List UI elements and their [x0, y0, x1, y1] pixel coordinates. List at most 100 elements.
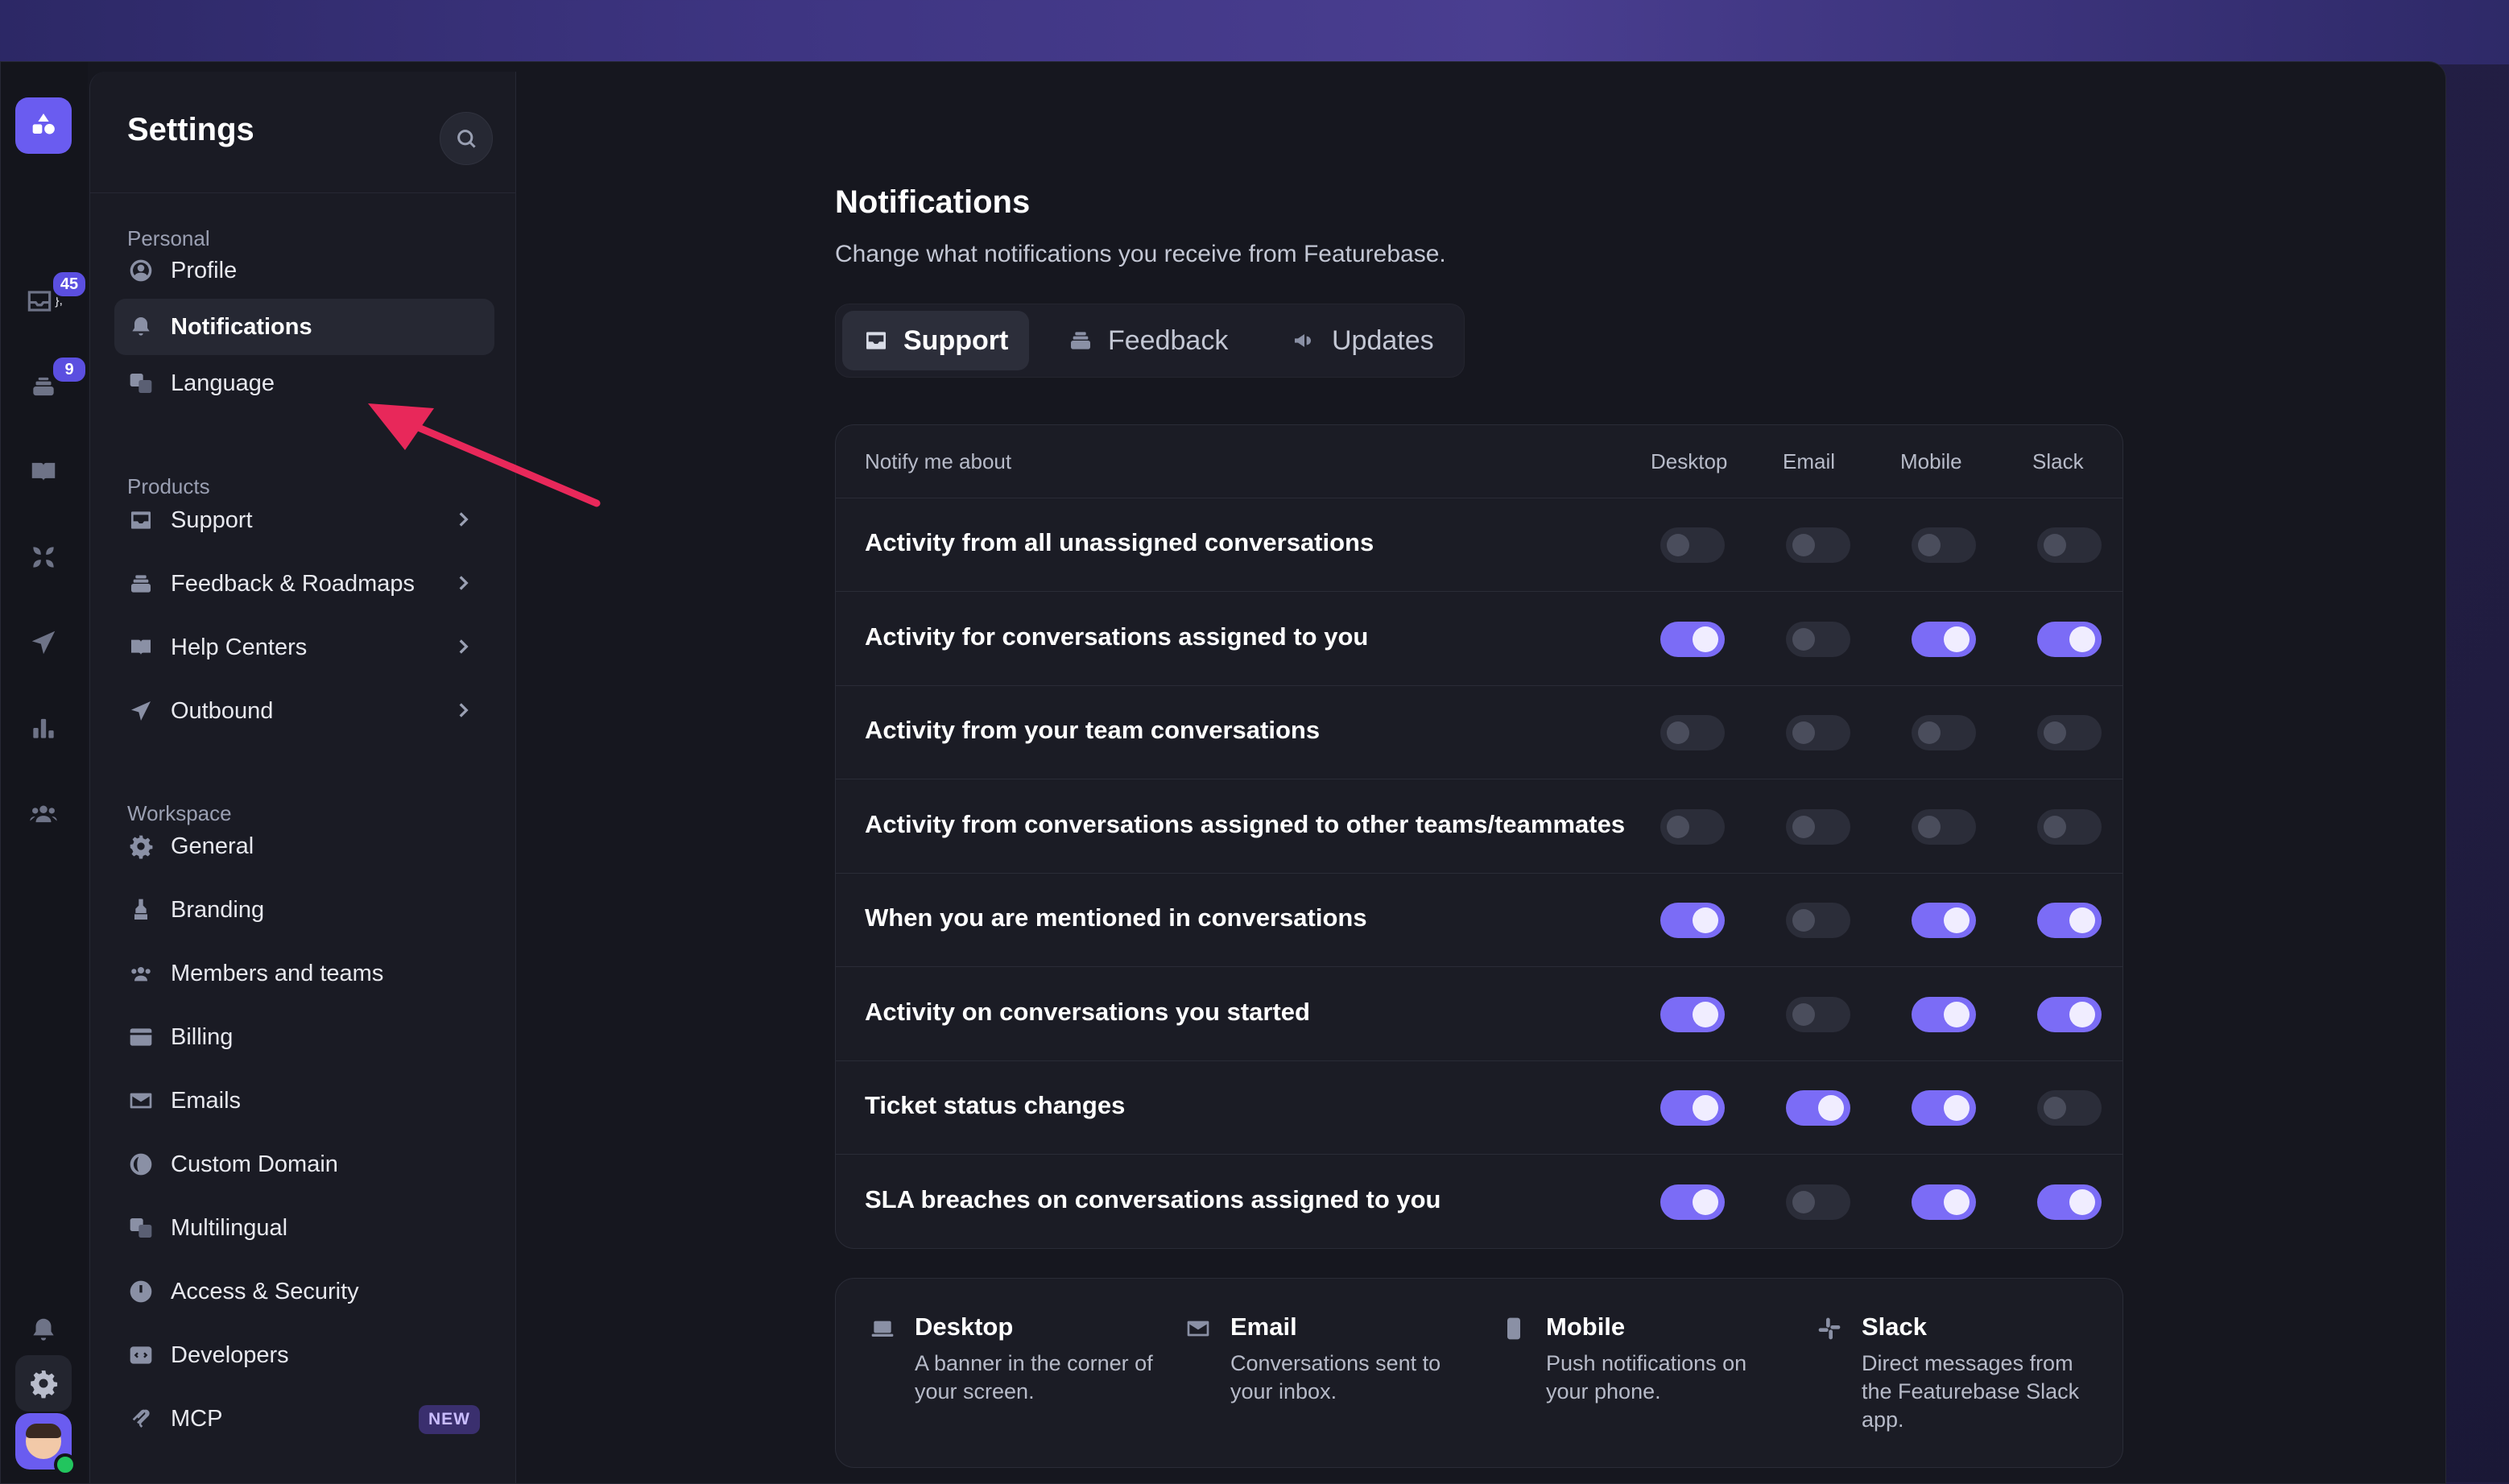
desktop-toggle[interactable] [1660, 621, 1725, 657]
toggle-knob [1918, 721, 1941, 744]
desktop-toggle[interactable] [1660, 715, 1725, 750]
desktop-toggle[interactable] [1660, 1090, 1725, 1126]
sidebar-item-notifications[interactable]: Notifications [114, 299, 494, 355]
legend-title: Mobile [1546, 1312, 1626, 1341]
sidebar-item-emails[interactable]: Emails [114, 1073, 494, 1129]
chevron-right-icon [453, 573, 473, 593]
sidebar-item-developers[interactable]: Developers [114, 1327, 494, 1383]
tab-feedback[interactable]: Feedback [1047, 311, 1249, 370]
row-label: Activity from all unassigned conversatio… [865, 528, 1374, 556]
bar-chart-icon[interactable] [15, 700, 72, 756]
annotation-arrow-icon [368, 403, 601, 507]
sidebar-item-label: Members and teams [171, 960, 384, 986]
inbox-icon[interactable]: 45 }, [15, 270, 88, 329]
slack-toggle[interactable] [2037, 903, 2102, 938]
sidebar-item-mcp[interactable]: MCP NEW [114, 1391, 494, 1447]
sidebar-item-profile[interactable]: Profile [114, 242, 494, 299]
sidebar-item-access-security[interactable]: Access & Security [114, 1263, 494, 1320]
tab-label: Feedback [1108, 324, 1229, 356]
sidebar-item-outbound[interactable]: Outbound [114, 683, 494, 739]
sidebar-item-members-teams[interactable]: Members and teams [114, 945, 494, 1002]
sidebar-item-label: Language [171, 370, 275, 396]
book-icon[interactable] [15, 444, 72, 500]
mobile-toggle[interactable] [1912, 996, 1976, 1032]
email-toggle[interactable] [1786, 1090, 1850, 1126]
email-toggle[interactable] [1786, 715, 1850, 750]
table-row: When you are mentioned in conversations [836, 873, 2123, 967]
book-icon [127, 634, 155, 661]
paper-plane-icon[interactable] [15, 614, 72, 671]
mobile-toggle[interactable] [1912, 903, 1976, 938]
mobile-toggle[interactable] [1912, 1184, 1976, 1220]
email-toggle[interactable] [1786, 996, 1850, 1032]
sidebar-item-general[interactable]: General [114, 818, 494, 874]
featurebase-logo-icon[interactable] [15, 97, 72, 154]
mobile-toggle[interactable] [1912, 1090, 1976, 1126]
email-toggle[interactable] [1786, 903, 1850, 938]
table-row: Activity from your team conversations [836, 685, 2123, 779]
slack-toggle[interactable] [2037, 715, 2102, 750]
mobile-toggle[interactable] [1912, 621, 1976, 657]
desktop-toggle[interactable] [1660, 808, 1725, 845]
sidebar-item-label: Profile [171, 257, 238, 283]
notification-settings-table: Notify me about Desktop Email Mobile Sla… [835, 424, 2123, 1249]
sidebar-header: Settings [90, 72, 515, 193]
mobile-toggle[interactable] [1912, 715, 1976, 750]
sidebar-item-custom-domain[interactable]: Custom Domain [114, 1136, 494, 1193]
stack-icon [127, 570, 155, 597]
toggle-knob [1792, 909, 1815, 932]
desktop-toggle[interactable] [1660, 996, 1725, 1032]
slack-toggle[interactable] [2037, 1184, 2102, 1220]
toggle-knob [2044, 721, 2066, 744]
sidebar-item-multilingual[interactable]: Multilingual [114, 1200, 494, 1256]
settings-gear-icon[interactable] [15, 1355, 72, 1412]
email-toggle[interactable] [1786, 808, 1850, 845]
inbox-count-badge: 45 [51, 270, 88, 299]
row-label: Activity on conversations you started [865, 997, 1310, 1026]
row-label: Ticket status changes [865, 1091, 1126, 1119]
envelope-icon [1185, 1316, 1213, 1343]
search-button[interactable] [440, 112, 493, 165]
sidebar-item-billing[interactable]: Billing [114, 1009, 494, 1065]
table-row: Activity for conversations assigned to y… [836, 592, 2123, 686]
toggle-knob [1792, 534, 1815, 556]
table-row: Activity from all unassigned conversatio… [836, 498, 2123, 592]
toggle-knob [2044, 815, 2066, 838]
toggle-knob [1918, 534, 1941, 556]
gear-icon [127, 833, 155, 860]
mobile-toggle[interactable] [1912, 527, 1976, 563]
table-row: Ticket status changes [836, 1060, 2123, 1155]
email-toggle[interactable] [1786, 1184, 1850, 1220]
email-toggle[interactable] [1786, 527, 1850, 563]
slack-toggle[interactable] [2037, 1090, 2102, 1126]
desktop-toggle[interactable] [1660, 527, 1725, 563]
desktop-toggle[interactable] [1660, 903, 1725, 938]
sidebar-item-help-centers[interactable]: Help Centers [114, 619, 494, 676]
users-icon[interactable] [15, 785, 72, 841]
integrations-icon[interactable] [15, 529, 72, 585]
email-toggle[interactable] [1786, 621, 1850, 657]
row-label: SLA breaches on conversations assigned t… [865, 1184, 1441, 1213]
sidebar-item-feedback-roadmaps[interactable]: Feedback & Roadmaps [114, 556, 494, 612]
phone-icon [1501, 1316, 1528, 1343]
slack-toggle[interactable] [2037, 621, 2102, 657]
slack-toggle[interactable] [2037, 527, 2102, 563]
header-email: Email [1783, 449, 1836, 473]
sidebar-item-label: Branding [171, 896, 265, 923]
slack-toggle[interactable] [2037, 996, 2102, 1032]
paper-plane-icon [127, 697, 155, 725]
feedback-stack-icon[interactable]: 9 [15, 355, 88, 415]
app-window: 45 }, 9 Settings Personal Profile Notifi… [0, 61, 2446, 1484]
mobile-toggle[interactable] [1912, 808, 1976, 845]
avatar-face-icon [26, 1424, 61, 1459]
sidebar-item-label: Custom Domain [171, 1151, 338, 1177]
desktop-toggle[interactable] [1660, 1184, 1725, 1220]
toggle-knob [2044, 534, 2066, 556]
sidebar-item-branding[interactable]: Branding [114, 882, 494, 938]
tab-updates[interactable]: Updates [1271, 311, 1455, 370]
bell-icon[interactable] [15, 1302, 72, 1358]
sidebar-item-label: Developers [171, 1341, 289, 1368]
slack-toggle[interactable] [2037, 808, 2102, 845]
tab-support[interactable]: Support [842, 311, 1030, 370]
chevron-right-icon [453, 700, 473, 721]
